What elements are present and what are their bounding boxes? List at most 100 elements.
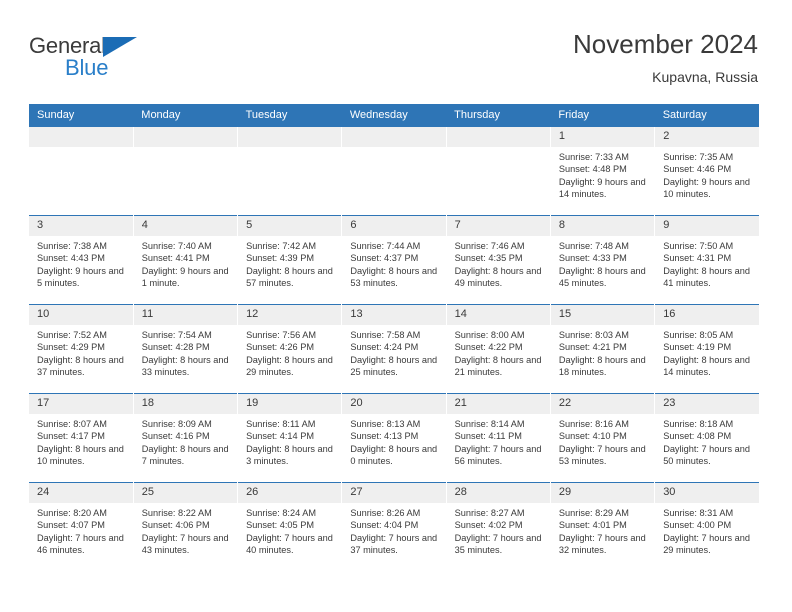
calendar-week-row: 3 Sunrise: 7:38 AM Sunset: 4:43 PM Daylight… [29, 215, 759, 305]
sunrise-text: Sunrise: 8:29 AM [558, 508, 629, 518]
calendar-day-cell[interactable]: 19 Sunrise: 8:11 AM Sunset: 4:14 PM Dayligh… [237, 393, 343, 483]
calendar-day-cell[interactable]: 13 Sunrise: 7:58 AM Sunset: 4:24 PM Dayligh… [341, 304, 447, 394]
daylight-text: Daylight: 9 hours and 14 minutes. [558, 176, 646, 200]
calendar-day-cell[interactable]: 16 Sunrise: 8:05 AM Sunset: 4:19 PM Dayligh… [654, 304, 759, 394]
calendar-day-cell[interactable]: 23 Sunrise: 8:18 AM Sunset: 4:08 PM Dayligh… [654, 393, 759, 483]
calendar-week-row: 24 Sunrise: 8:20 AM Sunset: 4:07 PM Dayligh… [29, 482, 759, 571]
sunset-text: Sunset: 4:26 PM [246, 342, 314, 353]
calendar-day-cell[interactable]: 11 Sunrise: 7:54 AM Sunset: 4:28 PM Dayligh… [133, 304, 239, 394]
daylight-text: Daylight: 8 hours and 37 minutes. [37, 354, 124, 378]
daylight-text: Daylight: 7 hours and 32 minutes. [558, 532, 646, 556]
daylight-text: Daylight: 8 hours and 3 minutes. [246, 443, 333, 467]
sunset-text: Sunset: 4:29 PM [37, 342, 105, 353]
sunrise-text: Sunrise: 7:42 AM [246, 241, 317, 251]
sunset-text: Sunset: 4:07 PM [37, 520, 105, 531]
day-number: 2 [655, 127, 759, 147]
day-number: 10 [29, 305, 133, 325]
calendar-day-cell[interactable]: 6 Sunrise: 7:44 AM Sunset: 4:37 PM Daylight… [341, 215, 447, 305]
day-number: 1 [550, 127, 655, 147]
calendar-day-cell[interactable]: 5 Sunrise: 7:42 AM Sunset: 4:39 PM Daylight… [237, 215, 343, 305]
title-block: November 2024 Kupavna, Russia [573, 28, 758, 86]
calendar-table: Sunday Monday Tuesday Wednesday Thursday… [29, 104, 759, 571]
day-number: 28 [446, 483, 550, 503]
sunrise-text: Sunrise: 8:14 AM [454, 419, 525, 429]
day-details: Sunrise: 8:27 AM Sunset: 4:02 PM Daylight:… [447, 503, 550, 557]
day-details: Sunrise: 7:52 AM Sunset: 4:29 PM Daylight:… [29, 325, 133, 379]
day-number: 14 [446, 305, 550, 325]
day-number: 27 [342, 483, 446, 503]
calendar-day-cell[interactable]: 27 Sunrise: 8:26 AM Sunset: 4:04 PM Dayligh… [341, 482, 447, 571]
daylight-text: Daylight: 8 hours and 25 minutes. [350, 354, 438, 378]
weekday-header-monday: Monday [133, 104, 238, 127]
day-details: Sunrise: 7:46 AM Sunset: 4:35 PM Daylight:… [447, 236, 550, 290]
day-details: Sunrise: 7:58 AM Sunset: 4:24 PM Daylight:… [342, 325, 445, 379]
day-number [133, 127, 238, 147]
day-number: 24 [29, 483, 133, 503]
calendar-day-cell[interactable]: 18 Sunrise: 8:09 AM Sunset: 4:16 PM Dayligh… [133, 393, 239, 483]
day-number [446, 127, 550, 147]
day-details: Sunrise: 7:38 AM Sunset: 4:43 PM Daylight:… [29, 236, 133, 290]
calendar-day-cell[interactable]: 28 Sunrise: 8:27 AM Sunset: 4:02 PM Dayligh… [446, 482, 551, 571]
weekday-header-friday: Friday [550, 104, 655, 127]
day-number: 30 [655, 483, 759, 503]
day-details: Sunrise: 8:09 AM Sunset: 4:16 PM Daylight:… [134, 414, 237, 468]
day-number: 19 [238, 394, 342, 414]
calendar-day-cell[interactable]: 4 Sunrise: 7:40 AM Sunset: 4:41 PM Daylight… [133, 215, 239, 305]
day-number: 16 [655, 305, 759, 325]
sunrise-text: Sunrise: 7:44 AM [350, 241, 421, 251]
weekday-header-sunday: Sunday [29, 104, 134, 127]
sunrise-text: Sunrise: 7:40 AM [141, 241, 212, 251]
day-details: Sunrise: 7:35 AM Sunset: 4:46 PM Daylight:… [655, 147, 759, 201]
day-details: Sunrise: 8:31 AM Sunset: 4:00 PM Daylight:… [655, 503, 759, 557]
day-details: Sunrise: 7:42 AM Sunset: 4:39 PM Daylight:… [238, 236, 341, 290]
calendar-day-cell[interactable]: 21 Sunrise: 8:14 AM Sunset: 4:11 PM Dayligh… [446, 393, 551, 483]
calendar-day-cell[interactable]: 12 Sunrise: 7:56 AM Sunset: 4:26 PM Dayligh… [237, 304, 343, 394]
logo-text-blue: Blue [65, 55, 109, 80]
calendar-day-cell[interactable]: 1 Sunrise: 7:33 AM Sunset: 4:48 PM Daylight… [550, 127, 656, 216]
day-number: 11 [133, 305, 238, 325]
sunrise-text: Sunrise: 8:24 AM [246, 508, 317, 518]
general-blue-logo[interactable]: General Blue [29, 34, 229, 90]
sunset-text: Sunset: 4:13 PM [350, 431, 419, 442]
calendar-day-cell[interactable]: 24 Sunrise: 8:20 AM Sunset: 4:07 PM Dayligh… [29, 482, 134, 571]
sunrise-text: Sunrise: 8:05 AM [663, 330, 734, 340]
calendar-day-cell[interactable]: 15 Sunrise: 8:03 AM Sunset: 4:21 PM Dayligh… [550, 304, 656, 394]
day-number: 29 [550, 483, 655, 503]
calendar-day-cell[interactable]: 10 Sunrise: 7:52 AM Sunset: 4:29 PM Dayligh… [29, 304, 134, 394]
weekday-header-wednesday: Wednesday [341, 104, 447, 127]
calendar-day-cell[interactable]: 9 Sunrise: 7:50 AM Sunset: 4:31 PM Daylight… [654, 215, 759, 305]
day-number: 17 [29, 394, 133, 414]
calendar-body: 1 Sunrise: 7:33 AM Sunset: 4:48 PM Daylight… [29, 127, 759, 571]
day-number: 4 [133, 216, 238, 236]
calendar-day-cell-empty [133, 127, 239, 216]
daylight-text: Daylight: 7 hours and 37 minutes. [350, 532, 438, 556]
day-details: Sunrise: 7:48 AM Sunset: 4:33 PM Daylight:… [551, 236, 654, 290]
calendar-day-cell[interactable]: 3 Sunrise: 7:38 AM Sunset: 4:43 PM Daylight… [29, 215, 134, 305]
calendar-day-cell[interactable]: 20 Sunrise: 8:13 AM Sunset: 4:13 PM Dayligh… [341, 393, 447, 483]
weekday-header-thursday: Thursday [446, 104, 551, 127]
calendar-day-cell[interactable]: 2 Sunrise: 7:35 AM Sunset: 4:46 PM Daylight… [655, 127, 759, 216]
calendar-day-cell[interactable]: 25 Sunrise: 8:22 AM Sunset: 4:06 PM Dayligh… [133, 482, 239, 571]
daylight-text: Daylight: 7 hours and 43 minutes. [141, 532, 229, 556]
calendar-day-cell[interactable]: 22 Sunrise: 8:16 AM Sunset: 4:10 PM Dayligh… [550, 393, 656, 483]
calendar-week-row: 10 Sunrise: 7:52 AM Sunset: 4:29 PM Dayligh… [29, 304, 759, 394]
calendar-day-cell[interactable]: 26 Sunrise: 8:24 AM Sunset: 4:05 PM Dayligh… [237, 482, 343, 571]
calendar-day-cell[interactable]: 14 Sunrise: 8:00 AM Sunset: 4:22 PM Dayligh… [446, 304, 551, 394]
calendar-day-cell[interactable]: 29 Sunrise: 8:29 AM Sunset: 4:01 PM Dayligh… [550, 482, 656, 571]
sunrise-text: Sunrise: 7:54 AM [141, 330, 212, 340]
sunset-text: Sunset: 4:22 PM [454, 342, 523, 353]
calendar-day-cell[interactable]: 7 Sunrise: 7:46 AM Sunset: 4:35 PM Daylight… [446, 215, 551, 305]
day-number: 6 [342, 216, 446, 236]
day-number [238, 127, 342, 147]
sunrise-text: Sunrise: 7:35 AM [663, 152, 734, 162]
calendar-day-cell[interactable]: 8 Sunrise: 7:48 AM Sunset: 4:33 PM Daylight… [550, 215, 656, 305]
day-number: 3 [29, 216, 133, 236]
sunrise-text: Sunrise: 8:00 AM [454, 330, 525, 340]
calendar-day-cell[interactable]: 17 Sunrise: 8:07 AM Sunset: 4:17 PM Dayligh… [29, 393, 134, 483]
calendar-day-cell[interactable]: 30 Sunrise: 8:31 AM Sunset: 4:00 PM Dayligh… [654, 482, 759, 571]
day-details: Sunrise: 8:11 AM Sunset: 4:14 PM Daylight:… [238, 414, 341, 468]
day-details: Sunrise: 8:18 AM Sunset: 4:08 PM Daylight:… [655, 414, 759, 468]
day-number: 9 [655, 216, 759, 236]
day-number: 26 [238, 483, 342, 503]
daylight-text: Daylight: 7 hours and 35 minutes. [454, 532, 542, 556]
